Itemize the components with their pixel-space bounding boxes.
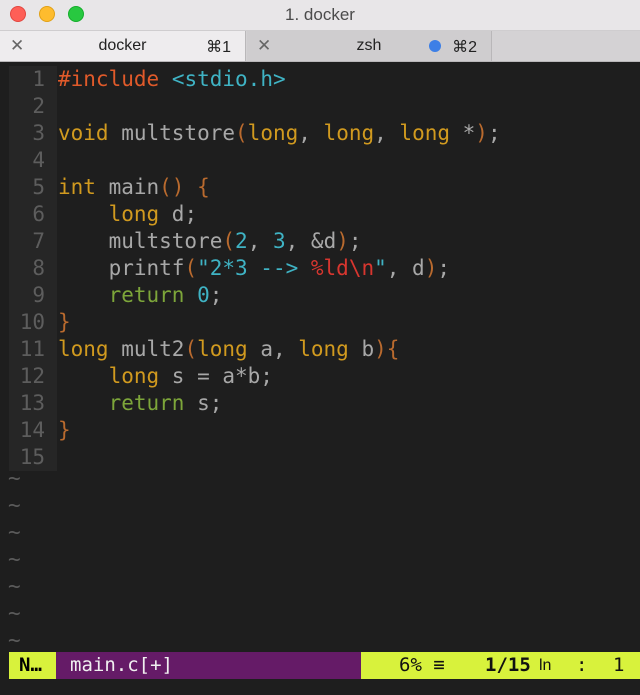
code-text: long mult2(long a, long b){ — [58, 337, 400, 361]
code-text: long s = a*b; — [108, 364, 273, 388]
line-number: 13 — [9, 390, 57, 417]
code-text: } — [58, 310, 71, 334]
line-position: 1/15 — [485, 654, 531, 676]
percent-icon: ≡ — [433, 654, 445, 676]
line-number: 6 — [9, 201, 57, 228]
code-text: printf("2*3 --> %ld\n", d); — [58, 256, 451, 280]
window-title: 1. docker — [285, 5, 355, 24]
line-number: 1 — [9, 66, 57, 93]
line-number: 8 — [9, 255, 57, 282]
tab-shortcut: ⌘1 — [206, 39, 231, 56]
line-number: 10 — [9, 309, 57, 336]
code-text: #include <stdio.h> — [58, 67, 286, 91]
tab-zsh[interactable]: ✕ zsh ⌘2 — [247, 31, 492, 61]
activity-dot-icon — [429, 40, 441, 52]
position-section: 6% ≡ 1/15 ln : 1 — [361, 652, 640, 679]
empty-line-marker: ~ — [8, 547, 21, 571]
line-number: 14 — [9, 417, 57, 444]
column-number: 1 — [613, 654, 625, 676]
empty-line-marker: ~ — [8, 628, 21, 652]
code-line: 4 — [0, 147, 57, 174]
line-number: 9 — [9, 282, 57, 309]
line-number: 2 — [9, 93, 57, 120]
scroll-percent: 6% ≡ — [399, 654, 445, 676]
line-number: 4 — [9, 147, 57, 174]
empty-line-marker: ~ — [8, 520, 21, 544]
empty-line-marker: ~ — [8, 466, 21, 490]
filename-indicator: main.c[+] — [56, 652, 361, 679]
mode-indicator: N… — [9, 652, 56, 679]
code-text: return s; — [108, 391, 223, 415]
tab-bar: ✕ docker ⌘1 ✕ zsh ⌘2 — [0, 31, 640, 62]
code-line: 8 printf("2*3 --> %ld\n", d); — [0, 255, 450, 282]
code-line: 9 return 0; — [0, 282, 222, 309]
code-text: void multstore(long, long, long *); — [58, 121, 501, 145]
line-number: 3 — [9, 120, 57, 147]
code-line: 10 } — [0, 309, 71, 336]
tab-docker[interactable]: ✕ docker ⌘1 — [0, 31, 246, 61]
window-titlebar: 1. docker — [0, 0, 640, 31]
code-text: multstore(2, 3, &d); — [58, 229, 362, 253]
code-line: 6 long d; — [0, 201, 197, 228]
code-line: 13 return s; — [0, 390, 222, 417]
line-number: 5 — [9, 174, 57, 201]
tab-shortcut: ⌘2 — [452, 39, 477, 56]
code-line: 2 — [0, 93, 57, 120]
code-line: 14 } — [0, 417, 71, 444]
code-line: 11 long mult2(long a, long b){ — [0, 336, 399, 363]
code-line: 1 #include <stdio.h> — [0, 66, 286, 93]
command-line[interactable] — [0, 679, 640, 695]
code-text: return 0; — [108, 283, 223, 307]
line-number: 12 — [9, 363, 57, 390]
ln-label: ln — [539, 657, 552, 674]
code-text: } — [58, 418, 71, 442]
tab-bar-empty-area[interactable] — [493, 31, 640, 61]
code-line: 5 int main() { — [0, 174, 210, 201]
line-number: 11 — [9, 336, 57, 363]
vim-statusline: N… main.c[+] 6% ≡ 1/15 ln : 1 — [0, 652, 640, 679]
position-separator: : — [576, 654, 588, 676]
line-number: 7 — [9, 228, 57, 255]
vim-editor[interactable]: 1 #include <stdio.h> 2 3 void multstore(… — [0, 62, 640, 652]
code-text: int main() { — [58, 175, 210, 199]
empty-line-marker: ~ — [8, 493, 21, 517]
empty-line-marker: ~ — [8, 574, 21, 598]
code-text: long d; — [108, 202, 198, 226]
empty-line-marker: ~ — [8, 601, 21, 625]
code-line: 12 long s = a*b; — [0, 363, 273, 390]
code-line: 3 void multstore(long, long, long *); — [0, 120, 501, 147]
code-line: 7 multstore(2, 3, &d); — [0, 228, 362, 255]
